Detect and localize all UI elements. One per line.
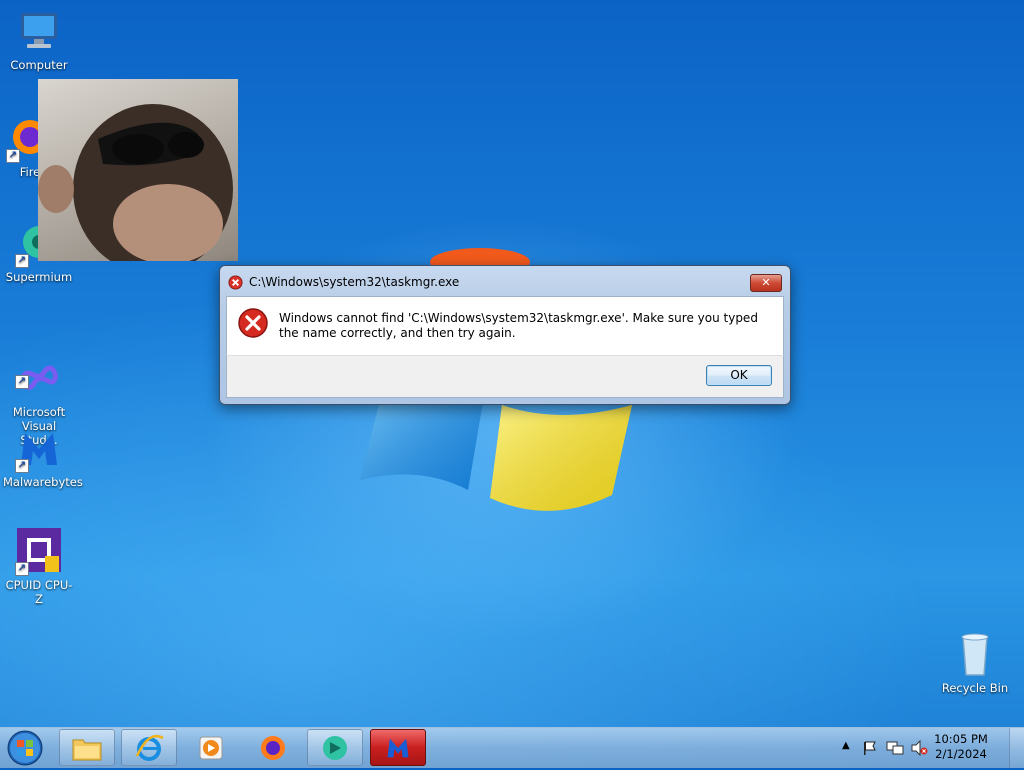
shortcut-arrow-icon: ↗ bbox=[15, 254, 29, 268]
action-center-flag-icon[interactable] bbox=[862, 740, 878, 756]
monkey-sunglasses-image bbox=[38, 79, 238, 261]
error-icon bbox=[238, 308, 268, 338]
shortcut-arrow-icon: ↗ bbox=[15, 459, 29, 473]
network-icon[interactable] bbox=[886, 740, 904, 756]
firefox-icon bbox=[261, 735, 285, 760]
desktop-icon-malwarebytes[interactable]: ↗ Malwarebytes bbox=[3, 425, 83, 489]
folder-icon bbox=[72, 739, 102, 760]
clock-time: 10:05 PM bbox=[934, 732, 988, 746]
ok-button[interactable]: OK bbox=[706, 365, 772, 386]
computer-icon bbox=[15, 8, 63, 56]
windows-orb-icon bbox=[7, 730, 43, 766]
dialog-titlebar: C:\Windows\system32\taskmgr.exe bbox=[228, 272, 459, 292]
dialog-title: C:\Windows\system32\taskmgr.exe bbox=[249, 275, 460, 289]
dialog-footer: OK bbox=[226, 355, 784, 398]
desktop-icon-cpuz[interactable]: ↗ CPUID CPU-Z bbox=[3, 528, 75, 606]
error-message: Windows cannot find 'C:\Windows\system32… bbox=[279, 311, 758, 340]
recycle-bin-icon bbox=[951, 631, 999, 679]
taskbar-malwarebytes[interactable] bbox=[370, 729, 426, 766]
taskbar: ▲ 10:05 PM 2/1/2024 bbox=[0, 727, 1024, 768]
desktop-icon-label: Recycle Bin bbox=[941, 681, 1009, 695]
shortcut-arrow-icon: ↗ bbox=[15, 375, 29, 389]
desktop-icon-label: Malwarebytes bbox=[3, 475, 83, 489]
dialog-body: Windows cannot find 'C:\Windows\system32… bbox=[226, 296, 784, 355]
desktop-icon-label: CPUID CPU-Z bbox=[5, 578, 73, 606]
system-tray: ▲ 10:05 PM 2/1/2024 bbox=[834, 728, 1024, 768]
desktop-icon-recycle-bin[interactable]: Recycle Bin bbox=[939, 631, 1011, 695]
cpuz-icon: ↗ bbox=[15, 528, 63, 576]
supermium-icon bbox=[323, 735, 347, 760]
show-desktop-button[interactable] bbox=[1009, 728, 1024, 768]
desktop-icon-label: Supermium bbox=[5, 270, 73, 284]
taskbar-internet-explorer[interactable] bbox=[121, 729, 177, 766]
internet-explorer-icon bbox=[135, 734, 164, 761]
close-button[interactable]: ✕ bbox=[750, 274, 782, 292]
shortcut-arrow-icon: ↗ bbox=[15, 562, 29, 576]
malwarebytes-icon bbox=[387, 738, 409, 757]
malwarebytes-icon: ↗ bbox=[15, 425, 63, 473]
shortcut-arrow-icon: ↗ bbox=[6, 149, 20, 163]
visual-studio-icon: ↗ bbox=[15, 341, 63, 390]
taskbar-firefox[interactable] bbox=[245, 729, 301, 766]
error-small-icon bbox=[228, 274, 243, 290]
clock-date: 2/1/2024 bbox=[935, 747, 987, 761]
taskbar-supermium[interactable] bbox=[307, 729, 363, 766]
clock[interactable]: 10:05 PM 2/1/2024 bbox=[926, 732, 996, 762]
taskbar-file-explorer[interactable] bbox=[59, 729, 115, 766]
taskbar-media-player[interactable] bbox=[183, 729, 239, 766]
desktop-icon-label: Computer bbox=[10, 58, 68, 72]
error-dialog: C:\Windows\system32\taskmgr.exe ✕ Window… bbox=[219, 265, 791, 405]
desktop-icon-computer[interactable]: Computer bbox=[3, 8, 75, 72]
media-player-icon bbox=[199, 736, 223, 759]
start-button[interactable] bbox=[5, 729, 47, 767]
show-hidden-icons-button[interactable]: ▲ bbox=[842, 740, 850, 751]
